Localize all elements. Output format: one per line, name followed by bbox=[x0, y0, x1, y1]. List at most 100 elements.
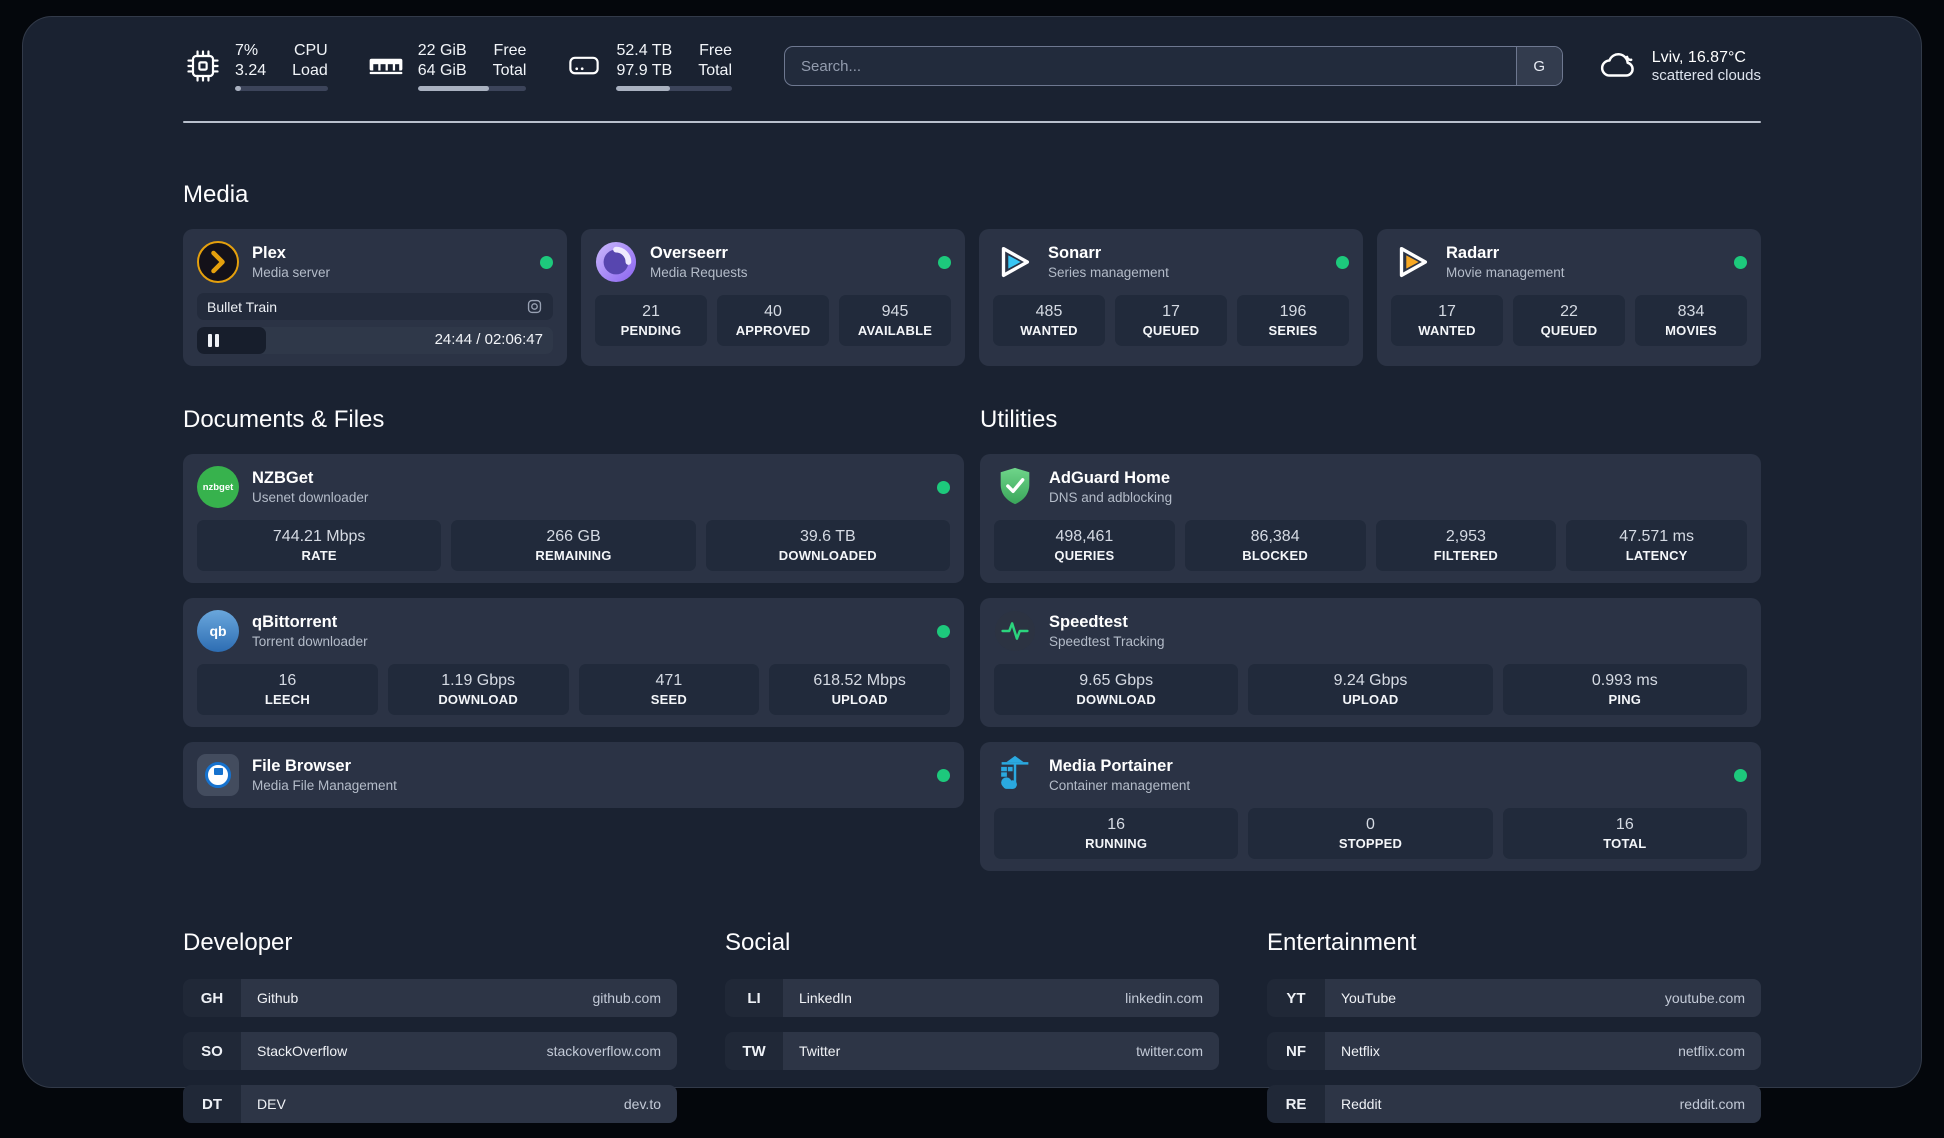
search-bar: G bbox=[784, 46, 1563, 86]
playback-progress-bar[interactable]: 24:44 / 02:06:47 bbox=[197, 327, 553, 354]
app-subtitle: Movie management bbox=[1446, 265, 1565, 280]
sonarr-card[interactable]: Sonarr Series management 485 WANTED 17 Q… bbox=[979, 229, 1363, 366]
plex-card[interactable]: Plex Media server Bullet Train 24:44 / 0… bbox=[183, 229, 567, 366]
reddit-icon: RE bbox=[1267, 1085, 1325, 1123]
stat-box: 498,461 QUERIES bbox=[994, 520, 1175, 571]
netflix-icon: NF bbox=[1267, 1032, 1325, 1070]
speedtest-card[interactable]: Speedtest Speedtest Tracking 9.65 Gbps D… bbox=[980, 598, 1761, 727]
weather-location-temp: Lviv, 16.87°C bbox=[1652, 49, 1761, 67]
status-dot bbox=[937, 481, 950, 494]
overseerr-icon bbox=[595, 241, 637, 283]
app-name: NZBGet bbox=[252, 469, 368, 488]
link-url: stackoverflow.com bbox=[547, 1043, 661, 1059]
twitter-icon: TW bbox=[725, 1032, 783, 1070]
stat-box: 618.52 Mbps UPLOAD bbox=[769, 664, 950, 715]
cpu-usage-bar bbox=[235, 86, 328, 91]
documents-section-title: Documents & Files bbox=[183, 406, 964, 434]
app-name: qBittorrent bbox=[252, 613, 368, 632]
youtube-icon: YT bbox=[1267, 979, 1325, 1017]
filebrowser-card[interactable]: File Browser Media File Management bbox=[183, 742, 964, 808]
plex-icon bbox=[197, 241, 239, 283]
link-dev[interactable]: DT DEV dev.to bbox=[183, 1085, 677, 1123]
ram-total-label: Total bbox=[493, 61, 527, 81]
stat-box: 86,384 BLOCKED bbox=[1185, 520, 1366, 571]
app-subtitle: Container management bbox=[1049, 778, 1190, 793]
link-name: Reddit bbox=[1341, 1096, 1381, 1112]
status-dot bbox=[1734, 769, 1747, 782]
disk-total-label: Total bbox=[698, 61, 732, 81]
radarr-card[interactable]: Radarr Movie management 17 WANTED 22 QUE… bbox=[1377, 229, 1761, 366]
app-subtitle: Torrent downloader bbox=[252, 634, 368, 649]
utilities-section: Utilities AdGuard Home DNS and bbox=[980, 406, 1761, 871]
disk-widget: 52.4 TB 97.9 TB Free Total bbox=[564, 41, 732, 91]
stat-box: 16 LEECH bbox=[197, 664, 378, 715]
ram-icon bbox=[366, 46, 406, 86]
stat-box: 1.19 Gbps DOWNLOAD bbox=[388, 664, 569, 715]
app-subtitle: Media File Management bbox=[252, 778, 397, 793]
app-subtitle: DNS and adblocking bbox=[1049, 490, 1172, 505]
portainer-card[interactable]: Media Portainer Container management 16 … bbox=[980, 742, 1761, 871]
link-url: linkedin.com bbox=[1125, 990, 1203, 1006]
cpu-icon bbox=[183, 46, 223, 86]
cpu-usage-value: 7% bbox=[235, 41, 266, 61]
disk-free-label: Free bbox=[698, 41, 732, 61]
app-name: File Browser bbox=[252, 757, 397, 776]
stat-box: 471 SEED bbox=[579, 664, 760, 715]
sonarr-icon bbox=[993, 241, 1035, 283]
search-engine-button[interactable]: G bbox=[1516, 47, 1562, 85]
link-name: Twitter bbox=[799, 1043, 840, 1059]
overseerr-card[interactable]: Overseerr Media Requests 21 PENDING 40 A… bbox=[581, 229, 965, 366]
social-section-title: Social bbox=[725, 929, 1219, 957]
status-dot bbox=[1734, 256, 1747, 269]
link-name: StackOverflow bbox=[257, 1043, 347, 1059]
ram-widget: 22 GiB 64 GiB Free Total bbox=[366, 41, 527, 91]
pause-icon bbox=[208, 334, 219, 347]
app-name: Media Portainer bbox=[1049, 757, 1190, 776]
link-youtube[interactable]: YT YouTube youtube.com bbox=[1267, 979, 1761, 1017]
app-name: Speedtest bbox=[1049, 613, 1165, 632]
link-url: reddit.com bbox=[1680, 1096, 1745, 1112]
disk-icon bbox=[564, 46, 604, 86]
ram-usage-bar bbox=[418, 86, 527, 91]
link-github[interactable]: GH Github github.com bbox=[183, 979, 677, 1017]
topbar: 7% 3.24 CPU Load bbox=[183, 41, 1761, 91]
status-dot bbox=[938, 256, 951, 269]
cpu-label: CPU bbox=[292, 41, 328, 61]
link-linkedin[interactable]: LI LinkedIn linkedin.com bbox=[725, 979, 1219, 1017]
now-playing-icon bbox=[526, 298, 543, 315]
stat-box: 47.571 ms LATENCY bbox=[1566, 520, 1747, 571]
stat-box: 266 GB REMAINING bbox=[451, 520, 695, 571]
stat-box: 485 WANTED bbox=[993, 295, 1105, 346]
stat-box: 2,953 FILTERED bbox=[1376, 520, 1557, 571]
header-divider bbox=[183, 121, 1761, 123]
stackoverflow-icon: SO bbox=[183, 1032, 241, 1070]
developer-section-title: Developer bbox=[183, 929, 677, 957]
stat-box: 16 RUNNING bbox=[994, 808, 1238, 859]
now-playing-title: Bullet Train bbox=[207, 299, 277, 315]
link-twitter[interactable]: TW Twitter twitter.com bbox=[725, 1032, 1219, 1070]
stat-box: 0 STOPPED bbox=[1248, 808, 1492, 859]
link-netflix[interactable]: NF Netflix netflix.com bbox=[1267, 1032, 1761, 1070]
search-input[interactable] bbox=[785, 47, 1516, 85]
app-subtitle: Series management bbox=[1048, 265, 1169, 280]
disk-total-value: 97.9 TB bbox=[616, 61, 672, 81]
link-name: DEV bbox=[257, 1096, 286, 1112]
nzbget-card[interactable]: nzbget NZBGet Usenet downloader 744.21 M… bbox=[183, 454, 964, 583]
link-stackoverflow[interactable]: SO StackOverflow stackoverflow.com bbox=[183, 1032, 677, 1070]
dev-icon: DT bbox=[183, 1085, 241, 1123]
dashboard-panel: 7% 3.24 CPU Load bbox=[22, 16, 1922, 1088]
app-subtitle: Media server bbox=[252, 265, 330, 280]
link-url: github.com bbox=[593, 990, 661, 1006]
link-reddit[interactable]: RE Reddit reddit.com bbox=[1267, 1085, 1761, 1123]
load-label: Load bbox=[292, 61, 328, 81]
utilities-section-title: Utilities bbox=[980, 406, 1761, 434]
stat-box: 9.65 Gbps DOWNLOAD bbox=[994, 664, 1238, 715]
stat-box: 39.6 TB DOWNLOADED bbox=[706, 520, 950, 571]
adguard-card[interactable]: AdGuard Home DNS and adblocking 498,461 … bbox=[980, 454, 1761, 583]
app-name: Plex bbox=[252, 244, 330, 263]
disk-usage-bar bbox=[616, 86, 732, 91]
cloud-icon bbox=[1597, 45, 1639, 87]
github-icon: GH bbox=[183, 979, 241, 1017]
qbittorrent-card[interactable]: qb qBittorrent Torrent downloader 16 LEE… bbox=[183, 598, 964, 727]
playback-time: 24:44 / 02:06:47 bbox=[435, 331, 543, 348]
